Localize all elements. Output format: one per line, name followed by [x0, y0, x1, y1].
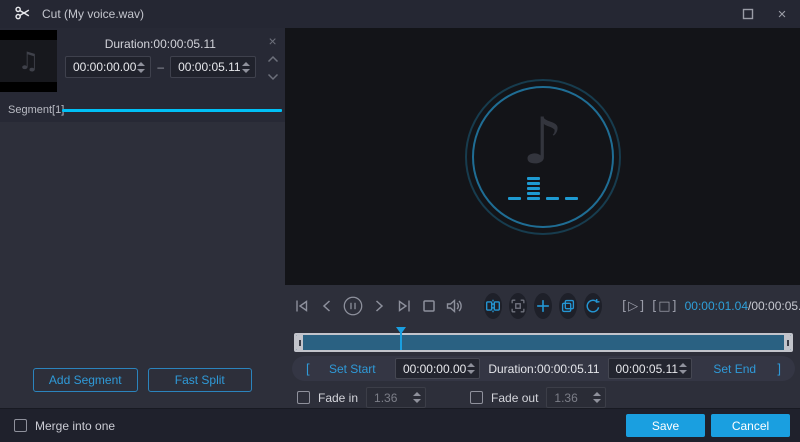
segment-thumbnail-frame: ♫ — [0, 40, 57, 82]
segment-duration-label: Duration:00:00:05.11 — [65, 34, 256, 56]
transport-row: [▷] [□] 00:00:01.04/00:00:05.11 — [292, 291, 795, 321]
spinner-arrows-icon[interactable] — [136, 62, 146, 73]
segment-progress-bar — [62, 109, 282, 112]
previous-frame-button[interactable] — [319, 295, 335, 317]
stop-button[interactable] — [421, 295, 437, 317]
play-segment-button[interactable]: [▷] — [622, 299, 645, 314]
start-bracket: [ — [306, 361, 310, 376]
trim-start-value: 00:00:00.00 — [403, 362, 466, 376]
merge-label: Merge into one — [35, 419, 115, 433]
end-bracket: ] — [777, 361, 781, 376]
equalizer-icon — [508, 177, 578, 200]
spinner-arrows-icon[interactable] — [412, 392, 422, 403]
time-display: 00:00:01.04/00:00:05.11 — [685, 299, 800, 313]
fade-out-checkbox[interactable] — [470, 391, 483, 404]
fast-split-button[interactable]: Fast Split — [148, 368, 253, 392]
save-button[interactable]: Save — [626, 414, 705, 437]
volume-button[interactable] — [444, 295, 464, 317]
trim-duration-label: Duration:00:00:05.11 — [488, 362, 599, 376]
fade-out-label: Fade out — [491, 391, 538, 405]
segment-start-input[interactable]: 00:00:00.00 — [65, 56, 151, 78]
range-dash: – — [157, 60, 164, 74]
segment-card-controls: × — [260, 30, 286, 92]
trim-end-input[interactable]: 00:00:05.11 — [608, 358, 693, 379]
segment-name-label: Segment[1] — [0, 104, 62, 116]
trim-controls: [ Set Start 00:00:00.00 Duration:00:00:0… — [292, 356, 795, 381]
trim-end-value: 00:00:05.11 — [616, 362, 679, 376]
segment-time-inputs: 00:00:00.00 – 00:00:05.11 — [65, 56, 256, 78]
next-frame-button[interactable] — [371, 295, 387, 317]
segment-actions: Add Segment Fast Split — [0, 368, 285, 408]
skip-to-end-button[interactable] — [394, 295, 414, 317]
spinner-arrows-icon[interactable] — [466, 363, 476, 374]
footer-bar: Merge into one Save Cancel — [0, 408, 800, 442]
fade-out-value: 1.36 — [554, 391, 592, 405]
add-segment-button[interactable]: Add Segment — [33, 368, 138, 392]
fade-in-value: 1.36 — [374, 391, 412, 405]
trim-start-input[interactable]: 00:00:00.00 — [395, 358, 480, 379]
footer-buttons: Save Cancel — [626, 414, 790, 437]
maximize-button[interactable] — [740, 6, 756, 22]
segment-end-value: 00:00:05.11 — [178, 60, 241, 74]
segment-list-panel: ♫ Duration:00:00:05.11 00:00:00.00 – — [0, 28, 285, 408]
cut-dialog-window: Cut (My voice.wav) × ♫ Duration:00:00:05… — [0, 0, 800, 442]
audio-circle-icon: ♪ — [465, 79, 621, 235]
player-controls: [▷] [□] 00:00:01.04/00:00:05.11 [ Se — [285, 285, 800, 412]
pause-button[interactable] — [342, 295, 364, 317]
music-note-icon: ♫ — [18, 47, 40, 75]
audio-circle-inner-ring: ♪ — [472, 86, 614, 228]
reset-button[interactable] — [584, 293, 602, 319]
set-start-button[interactable]: Set Start — [318, 362, 387, 376]
segment-card-bottom: Segment[1] — [0, 104, 285, 116]
trim-end-handle[interactable] — [784, 335, 791, 350]
fade-in-checkbox[interactable] — [297, 391, 310, 404]
fade-in-label: Fade in — [318, 391, 358, 405]
total-time: /00:00:05.11 — [748, 299, 800, 313]
window-controls: × — [740, 6, 790, 22]
playhead-marker[interactable] — [400, 327, 402, 350]
dialog-body: ♫ Duration:00:00:05.11 00:00:00.00 – — [0, 28, 800, 408]
player-area: ♪ — [285, 28, 800, 408]
trim-start-handle[interactable] — [296, 335, 303, 350]
copy-segment-button[interactable] — [559, 293, 577, 319]
fade-in-input[interactable]: 1.36 — [366, 387, 426, 408]
segment-end-input[interactable]: 00:00:05.11 — [170, 56, 256, 78]
cancel-button[interactable]: Cancel — [711, 414, 790, 437]
segment-list-empty-area — [0, 122, 285, 368]
window-title: Cut (My voice.wav) — [42, 7, 144, 21]
timeline-track[interactable] — [294, 333, 793, 352]
merge-option[interactable]: Merge into one — [14, 419, 115, 433]
move-up-icon[interactable] — [265, 52, 281, 66]
segment-card-top: ♫ Duration:00:00:05.11 00:00:00.00 – — [0, 30, 285, 92]
move-down-icon[interactable] — [265, 70, 281, 84]
scissors-icon — [14, 4, 32, 25]
segment-start-value: 00:00:00.00 — [73, 60, 136, 74]
stop-segment-button[interactable]: [□] — [652, 299, 677, 314]
spinner-arrows-icon[interactable] — [241, 62, 251, 73]
skip-to-start-button[interactable] — [292, 295, 312, 317]
timeline-wrap — [292, 324, 795, 352]
titlebar: Cut (My voice.wav) × — [0, 0, 800, 28]
frame-select-button[interactable] — [509, 293, 527, 319]
close-button[interactable]: × — [774, 6, 790, 22]
segment-thumbnail: ♫ — [0, 30, 57, 92]
remove-segment-icon[interactable]: × — [265, 34, 281, 48]
fade-out-input[interactable]: 1.36 — [546, 387, 606, 408]
merge-checkbox[interactable] — [14, 419, 27, 432]
add-segment-plus-button[interactable] — [534, 293, 552, 319]
current-time: 00:00:01.04 — [685, 299, 748, 313]
segment-card[interactable]: ♫ Duration:00:00:05.11 00:00:00.00 – — [0, 28, 285, 122]
fade-controls: Fade in 1.36 Fade out 1.36 — [292, 387, 795, 408]
spinner-arrows-icon[interactable] — [678, 363, 688, 374]
music-note-icon: ♪ — [522, 110, 563, 174]
audio-preview: ♪ — [285, 28, 800, 285]
spinner-arrows-icon[interactable] — [592, 392, 602, 403]
segment-times: Duration:00:00:05.11 00:00:00.00 – 00:00… — [57, 30, 260, 92]
set-end-button[interactable]: Set End — [700, 362, 769, 376]
split-button[interactable] — [484, 293, 502, 319]
